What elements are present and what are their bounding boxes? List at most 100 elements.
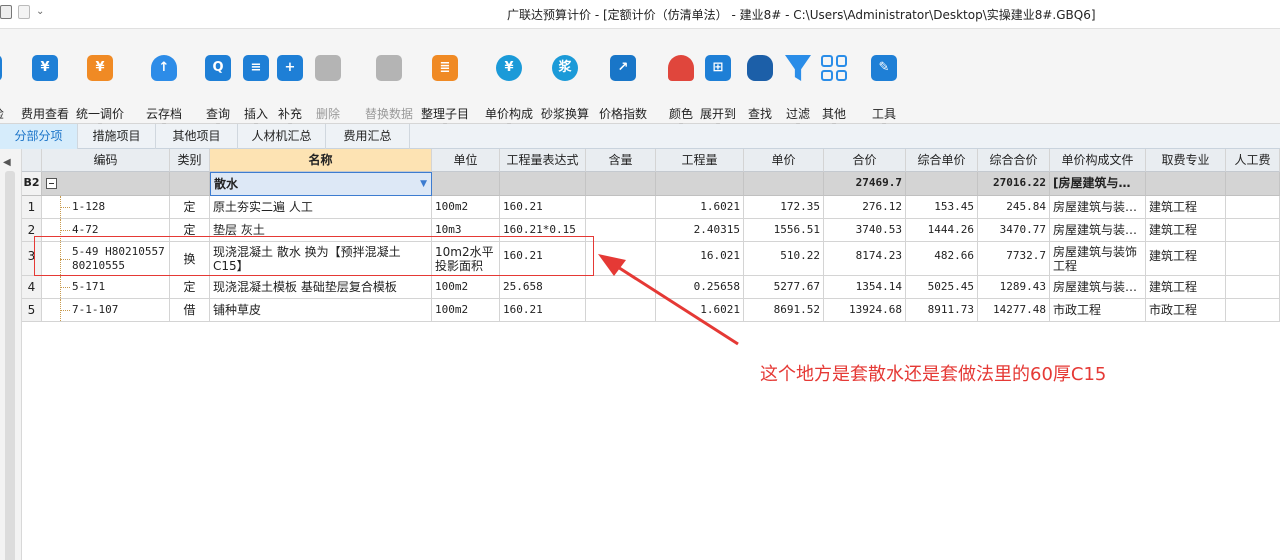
- row-comp-price: 8911.73: [906, 299, 978, 322]
- query-button[interactable]: Q 查询 ▾: [202, 51, 234, 130]
- adjust-price-icon: ¥: [87, 55, 113, 81]
- header-name[interactable]: 名称: [210, 149, 432, 172]
- replace-data-icon: [376, 55, 402, 81]
- unit-price-composition-button[interactable]: ¥ 单价构成 ▾: [482, 51, 536, 130]
- mortar-conversion-icon: 浆: [552, 55, 578, 81]
- header-comp-price[interactable]: 综合单价: [906, 149, 978, 172]
- row-total: 13924.68: [824, 299, 906, 322]
- row-total: 3740.53: [824, 219, 906, 242]
- tab-labor-material-summary[interactable]: 人材机汇总: [238, 124, 326, 149]
- row-fee-specialty[interactable]: 建筑工程: [1146, 276, 1226, 299]
- row-content[interactable]: [586, 219, 656, 242]
- tools-button[interactable]: ✎ 工具 ▾: [868, 51, 900, 130]
- price-index-button[interactable]: ↗ 价格指数: [596, 51, 650, 121]
- insert-button[interactable]: ≡ 插入 ▾: [240, 51, 272, 130]
- save-icon[interactable]: [0, 5, 12, 19]
- row-fee-specialty[interactable]: 市政工程: [1146, 299, 1226, 322]
- tab-other-items[interactable]: 其他项目: [156, 124, 238, 149]
- header-fee-specialty[interactable]: 取费专业: [1146, 149, 1226, 172]
- row-name[interactable]: 铺种草皮: [210, 299, 432, 322]
- adjust-price-button[interactable]: ¥ 统一调价 ▾: [74, 51, 126, 130]
- row-expr[interactable]: 25.658: [500, 276, 586, 299]
- row-unit[interactable]: 100m2: [432, 299, 500, 322]
- row-expr[interactable]: 160.21: [500, 299, 586, 322]
- vertical-scrollbar[interactable]: [5, 171, 15, 560]
- row-fee-specialty[interactable]: 建筑工程: [1146, 242, 1226, 276]
- organize-items-button[interactable]: ≣ 整理子目 ▾: [418, 51, 472, 130]
- row-price-file[interactable]: 房屋建筑与装饰工程: [1050, 242, 1146, 276]
- supplement-button[interactable]: + 补充 ▾: [274, 51, 306, 130]
- row-name[interactable]: 现浇混凝土模板 基础垫层复合模板: [210, 276, 432, 299]
- row-total: 8174.23: [824, 242, 906, 276]
- header-labor-cost[interactable]: 人工费: [1226, 149, 1280, 172]
- delete-button[interactable]: 删除: [312, 51, 344, 121]
- row-expr[interactable]: 160.21: [500, 196, 586, 219]
- table-row[interactable]: 1 1-128 定 原土夯实二遍 人工 100m2 160.21 1.6021 …: [22, 196, 1280, 219]
- tab-measures[interactable]: 措施项目: [78, 124, 156, 149]
- row-qty: 16.021: [656, 242, 744, 276]
- table-row[interactable]: 5 7-1-107 借 铺种草皮 100m2 160.21 1.6021 869…: [22, 299, 1280, 322]
- row-content[interactable]: [586, 242, 656, 276]
- tab-sub-items[interactable]: 分部分项: [0, 124, 78, 149]
- collapse-left-icon[interactable]: ◀: [3, 157, 11, 168]
- quick-access-toolbar: ⌄: [0, 5, 44, 19]
- fee-view-button[interactable]: ¥ 费用查看: [20, 51, 70, 121]
- row-price-file[interactable]: 房屋建筑与装…: [1050, 276, 1146, 299]
- mortar-conversion-button[interactable]: 浆 砂浆换算: [538, 51, 592, 121]
- fee-view-icon: ¥: [32, 55, 58, 81]
- row-code[interactable]: 7-1-107: [42, 299, 170, 322]
- header-unit-price[interactable]: 单价: [744, 149, 824, 172]
- annotation-note: 这个地方是套散水还是套做法里的60厚C15: [760, 364, 1107, 385]
- row-comp-total: 14277.48: [978, 299, 1050, 322]
- undo-icon[interactable]: [18, 5, 30, 19]
- table-header: 编码 类别 名称 单位 工程量表达式 含量 工程量 单价 合价 综合单价 综合合…: [22, 149, 1280, 172]
- cloud-save-button[interactable]: ↑ 云存档 ▾: [142, 51, 186, 130]
- header-qty-expression[interactable]: 工程量表达式: [500, 149, 586, 172]
- filter-icon: [785, 55, 811, 81]
- row-comp-total: 1289.43: [978, 276, 1050, 299]
- row-content[interactable]: [586, 276, 656, 299]
- row-name[interactable]: 原土夯实二遍 人工: [210, 196, 432, 219]
- row-price-file[interactable]: 房屋建筑与装…: [1050, 196, 1146, 219]
- row-content[interactable]: [586, 196, 656, 219]
- color-button[interactable]: 颜色 ▾: [666, 51, 696, 130]
- row-comp-total: 245.84: [978, 196, 1050, 219]
- customize-chevron-down-icon[interactable]: ⌄: [36, 5, 44, 19]
- header-unit[interactable]: 单位: [432, 149, 500, 172]
- row-unit[interactable]: 100m2: [432, 196, 500, 219]
- row-content[interactable]: [586, 299, 656, 322]
- find-button[interactable]: 查找: [744, 51, 776, 121]
- tab-cost-summary[interactable]: 费用汇总: [326, 124, 410, 149]
- header-price-file[interactable]: 单价构成文件: [1050, 149, 1146, 172]
- row-fee-specialty[interactable]: 建筑工程: [1146, 219, 1226, 242]
- header-quantity[interactable]: 工程量: [656, 149, 744, 172]
- group-total: 27469.7: [824, 172, 906, 196]
- header-code[interactable]: 编码: [42, 149, 170, 172]
- header-content[interactable]: 含量: [586, 149, 656, 172]
- row-price-file[interactable]: 市政工程: [1050, 299, 1146, 322]
- row-code[interactable]: 1-128: [42, 196, 170, 219]
- row-unit[interactable]: 100m2: [432, 276, 500, 299]
- replace-data-button[interactable]: 替换数据: [362, 51, 416, 121]
- header-comp-total[interactable]: 综合合价: [978, 149, 1050, 172]
- other-button[interactable]: 其他 ▾: [818, 51, 850, 130]
- row-code[interactable]: 5-171: [42, 276, 170, 299]
- expand-to-button[interactable]: ⊞ 展开到 ▾: [698, 51, 738, 130]
- collapse-icon[interactable]: [46, 178, 57, 189]
- filter-button[interactable]: 过滤 ▾: [782, 51, 814, 130]
- group-collapse[interactable]: [42, 172, 170, 196]
- row-price-file[interactable]: 房屋建筑与装…: [1050, 219, 1146, 242]
- row-type: 借: [170, 299, 210, 322]
- table-row[interactable]: 4 5-171 定 现浇混凝土模板 基础垫层复合模板 100m2 25.658 …: [22, 276, 1280, 299]
- cloud-save-icon: ↑: [151, 55, 177, 81]
- header-type[interactable]: 类别: [170, 149, 210, 172]
- check-button[interactable]: 检: [0, 51, 14, 121]
- color-icon: [668, 55, 694, 81]
- row-fee-specialty[interactable]: 建筑工程: [1146, 196, 1226, 219]
- header-total[interactable]: 合价: [824, 149, 906, 172]
- group-row[interactable]: B2 散水 ▼ 27469.7 27016.22 [房屋建筑与…: [22, 172, 1280, 196]
- row-price: 510.22: [744, 242, 824, 276]
- group-name-field[interactable]: 散水 ▼: [210, 172, 432, 196]
- title-bar: ⌄ 广联达预算计价 - [定额计价（仿清单法） - 建业8# - C:\User…: [0, 0, 1280, 28]
- dropdown-chevron-icon[interactable]: ▼: [420, 173, 427, 195]
